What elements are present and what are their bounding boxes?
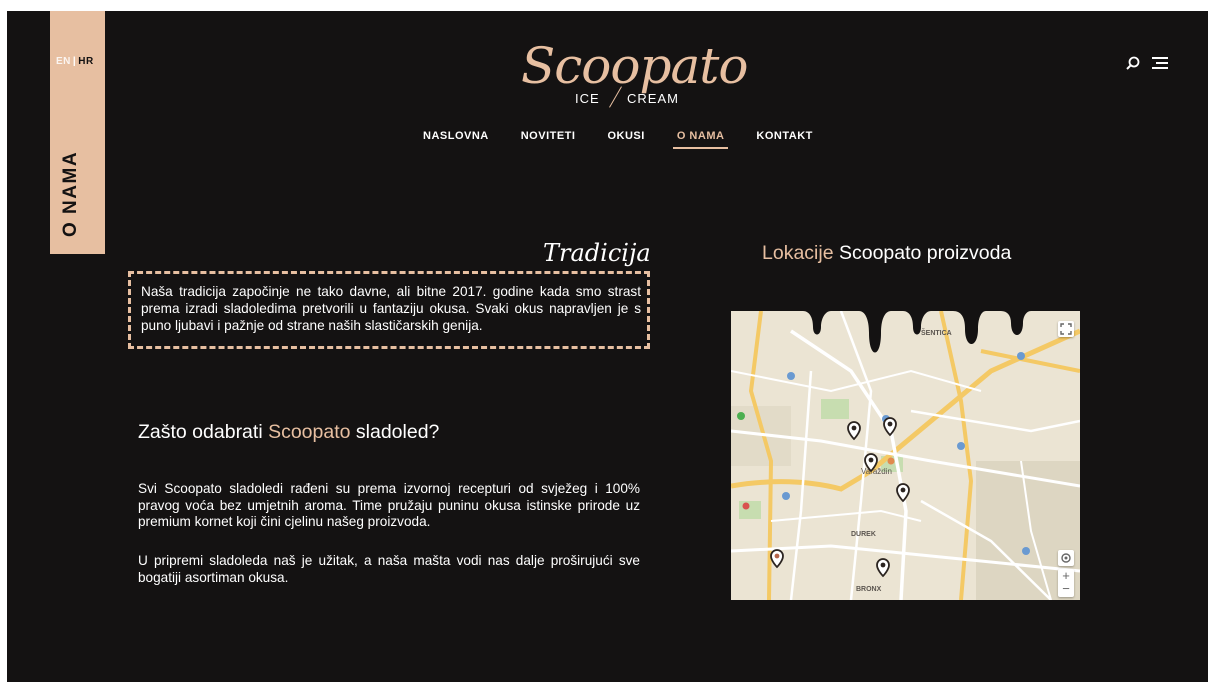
logo-sub-ice: ICE bbox=[575, 91, 600, 106]
map-label-city: Varaždin bbox=[861, 467, 892, 476]
side-page-title: O NAMA bbox=[60, 150, 81, 237]
main-nav: NASLOVNA NOVITETI OKUSI O NAMA KONTAKT bbox=[407, 130, 829, 149]
why-paragraph-2: U pripremi sladoleda naš je užitak, a na… bbox=[138, 553, 640, 585]
language-switcher: EN | HR bbox=[56, 56, 94, 67]
map-label-bronx: BRONX bbox=[856, 586, 882, 593]
tradicija-script-title: Tradicija bbox=[537, 239, 657, 267]
lang-separator: | bbox=[72, 56, 77, 67]
map-zoom-controls: + − bbox=[1058, 569, 1074, 597]
locations-heading-accent: Lokacije bbox=[762, 242, 834, 264]
nav-item-naslovna[interactable]: NASLOVNA bbox=[407, 130, 505, 142]
locations-heading: Lokacije Scoopato proizvoda bbox=[762, 242, 1011, 265]
locate-icon[interactable] bbox=[1058, 550, 1074, 566]
header-icons bbox=[1125, 55, 1168, 71]
logo-script: Scoopato bbox=[521, 37, 748, 95]
lang-en[interactable]: EN bbox=[56, 56, 71, 67]
menu-icon[interactable] bbox=[1151, 55, 1168, 71]
why-heading: Zašto odabrati Scoopato sladoled? bbox=[138, 421, 439, 444]
nav-item-o-nama[interactable]: O NAMA bbox=[661, 130, 741, 149]
zoom-out-button[interactable]: − bbox=[1058, 582, 1074, 595]
why-heading-prefix: Zašto odabrati bbox=[138, 421, 269, 443]
search-icon[interactable] bbox=[1125, 55, 1141, 71]
tradicija-text: Naša tradicija započinje ne tako davne, … bbox=[141, 284, 641, 333]
nav-item-kontakt[interactable]: KONTAKT bbox=[740, 130, 828, 142]
side-tab: EN | HR O NAMA bbox=[50, 11, 105, 254]
logo-subtitle: ICE CREAM bbox=[575, 86, 678, 108]
why-heading-suffix: sladoled? bbox=[350, 421, 440, 443]
map-drip-decoration bbox=[731, 289, 1080, 353]
logo-sub-cream: CREAM bbox=[627, 91, 679, 106]
why-heading-accent: Scoopato bbox=[268, 421, 351, 443]
logo[interactable]: Scoopato ICE CREAM bbox=[507, 35, 748, 115]
lang-hr[interactable]: HR bbox=[78, 56, 93, 67]
nav-item-okusi[interactable]: OKUSI bbox=[591, 130, 660, 142]
page-frame: EN | HR O NAMA Scoopato ICE CREAM NASLOVNA… bbox=[7, 11, 1208, 682]
nav-item-noviteti[interactable]: NOVITETI bbox=[505, 130, 592, 142]
why-paragraph-1: Svi Scoopato sladoledi rađeni su prema i… bbox=[138, 481, 640, 529]
locations-heading-rest: Scoopato proizvoda bbox=[833, 242, 1012, 264]
map-label-durek: DUREK bbox=[851, 531, 876, 538]
